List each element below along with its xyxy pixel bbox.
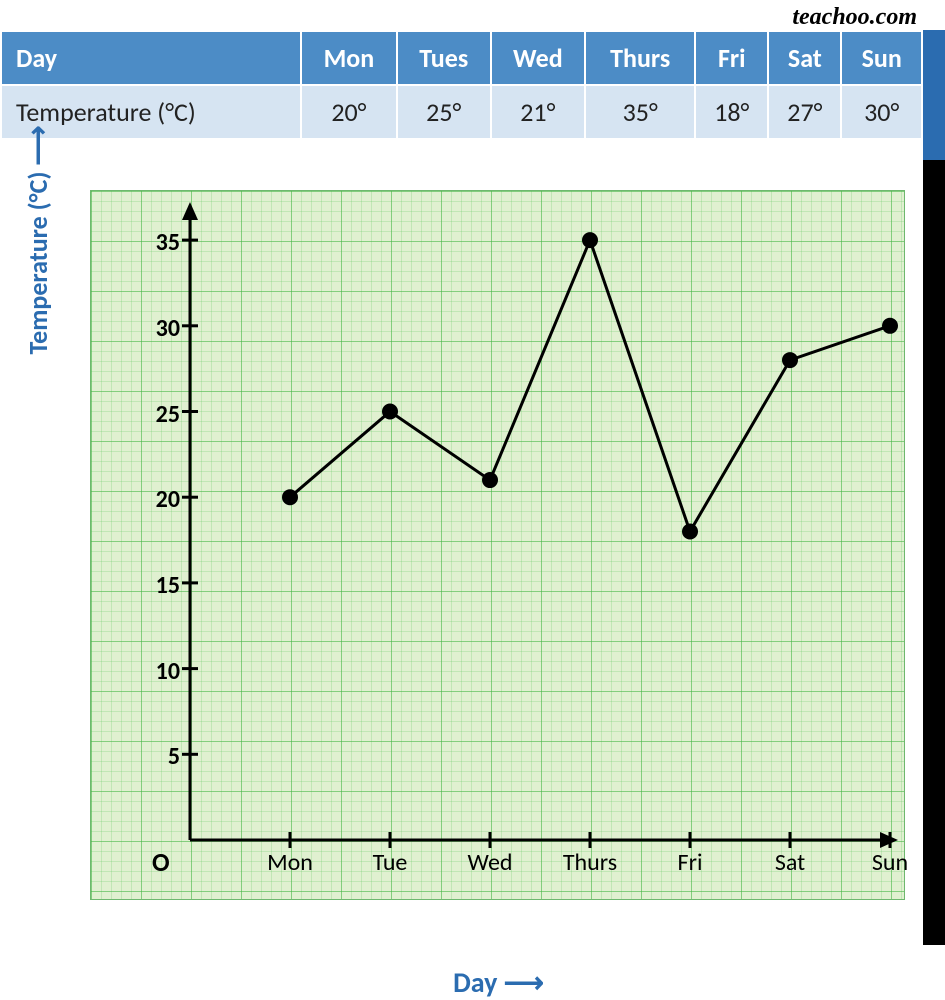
site-logo: teachoo.com [792,4,917,31]
y-axis-text: Temperature (°C) [22,172,54,355]
decorative-right-strip [923,30,945,945]
x-tick-label: Wed [450,848,530,877]
origin-label: O [152,846,170,878]
header-mon: Mon [301,31,397,85]
x-tick-label: Thurs [550,848,630,877]
data-table: Day Mon Tues Wed Thurs Fri Sat Sun Tempe… [0,30,923,140]
header-day: Day [1,31,301,85]
y-tick-label: 15 [140,571,180,600]
chart-area: Temperature (°C) ⟶ Day ⟶ 5101520253035Mo… [90,190,905,950]
cell-thurs: 35° [585,85,695,139]
y-tick-label: 5 [140,742,180,771]
x-tick-label: Tue [350,848,430,877]
x-axis-label: Day ⟶ [90,965,905,1000]
table-header-row: Day Mon Tues Wed Thurs Fri Sat Sun [1,31,922,85]
header-thurs: Thurs [585,31,695,85]
header-tues: Tues [397,31,491,85]
x-axis-text: Day [453,965,497,1000]
content-area: Day Mon Tues Wed Thurs Fri Sat Sun Tempe… [0,30,923,140]
x-tick-label: Fri [650,848,730,877]
cell-tues: 25° [397,85,491,139]
cell-wed: 21° [491,85,586,139]
x-tick-label: Sun [850,848,930,877]
line-chart-svg [90,190,905,900]
cell-fri: 18° [695,85,768,139]
header-sun: Sun [841,31,922,85]
y-tick-label: 20 [140,485,180,514]
y-tick-label: 30 [140,314,180,343]
cell-mon: 20° [301,85,397,139]
table-data-row: Temperature (°C) 20° 25° 21° 35° 18° 27°… [1,85,922,139]
y-tick-label: 25 [140,400,180,429]
right-arrow-icon: ⟶ [504,965,542,1000]
y-axis-label: Temperature (°C) ⟶ [20,90,55,390]
header-fri: Fri [695,31,768,85]
up-arrow-icon: ⟶ [20,126,55,166]
cell-sat: 27° [768,85,841,139]
y-tick-label: 10 [140,657,180,686]
x-tick-label: Mon [250,848,330,877]
cell-sun: 30° [841,85,922,139]
header-sat: Sat [768,31,841,85]
y-tick-label: 35 [140,228,180,257]
x-tick-label: Sat [750,848,830,877]
header-wed: Wed [491,31,586,85]
